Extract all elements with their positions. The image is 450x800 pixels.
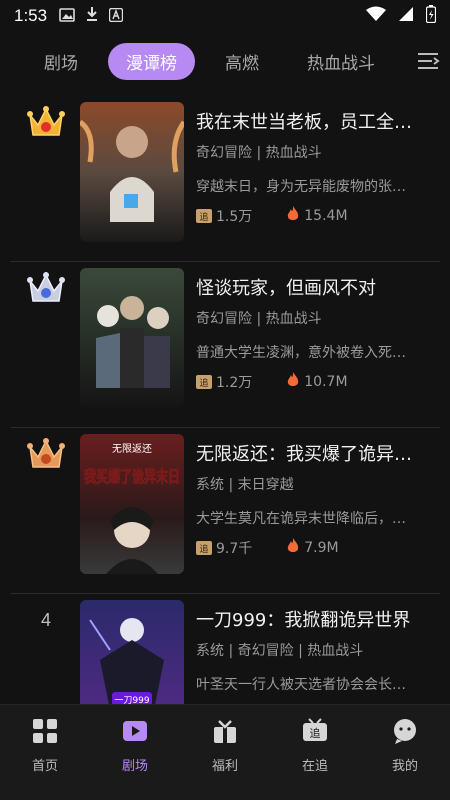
cover-image[interactable]: 无限返还我买爆了诡异末日 — [80, 434, 184, 574]
tab-ranking[interactable]: 漫谭榜 — [108, 42, 195, 80]
item-description: 叶圣天一行人被天选者协会会长… — [196, 677, 406, 693]
cover-image[interactable]: 一刀999 — [80, 600, 184, 706]
flame-icon — [286, 372, 300, 392]
theater-play-icon — [121, 717, 149, 749]
nav-profile-label: 我的 — [391, 759, 418, 774]
list-item[interactable]: 怪谈玩家，但画风不对 奇幻冒险 | 热血战斗 普通大学生凌渊，意外被卷入死… 追… — [10, 262, 440, 428]
heat-count: 10.7M — [304, 374, 348, 390]
home-grid-icon — [31, 717, 59, 749]
follow-icon: 追 — [196, 375, 212, 389]
bronze-crown-icon — [24, 436, 68, 472]
item-title[interactable]: 怪谈玩家，但画风不对 — [196, 274, 432, 300]
cover-image[interactable] — [80, 102, 184, 242]
follow-count: 9.7千 — [216, 541, 253, 557]
tab-hot-blood-battle[interactable]: 热血战斗 — [289, 43, 393, 80]
item-tags: 奇幻冒险 | 热血战斗 — [196, 145, 322, 161]
nav-theater-label: 剧场 — [121, 759, 148, 774]
item-description: 普通大学生凌渊，意外被卷入死… — [196, 345, 406, 361]
nav-theater[interactable]: 剧场 — [90, 705, 180, 800]
notification-a-icon — [108, 7, 124, 26]
nav-home-label: 首页 — [31, 759, 58, 774]
wifi-icon — [366, 6, 386, 26]
profile-chat-icon — [391, 717, 419, 749]
menu-list-icon[interactable] — [416, 50, 440, 72]
nav-following[interactable]: 追 在追 — [270, 705, 360, 800]
gift-icon — [211, 717, 239, 749]
follow-tv-glyph: 追 — [310, 726, 321, 740]
ranking-list: 我在末世当老板，员工全… 奇幻冒险 | 热血战斗 穿越末日，身为无异能废物的张…… — [0, 96, 450, 706]
follow-count: 1.2万 — [216, 375, 253, 391]
tab-theater[interactable]: 剧场 — [26, 43, 96, 80]
nav-home[interactable]: 首页 — [0, 705, 90, 800]
nav-profile[interactable]: 我的 — [360, 705, 450, 800]
bottom-navigation: 首页 剧场 福利 追 在追 我的 — [0, 704, 450, 800]
heat-count: 7.9M — [304, 540, 339, 556]
cover-title-small: 无限返还 — [112, 443, 152, 455]
follow-icon: 追 — [196, 209, 212, 223]
battery-icon — [425, 5, 437, 27]
download-icon — [85, 6, 99, 26]
tab-high-energy[interactable]: 高燃 — [207, 43, 277, 80]
status-time: 1:53 — [14, 6, 48, 25]
follow-tv-icon: 追 — [301, 717, 329, 749]
list-item[interactable]: 我在末世当老板，员工全… 奇幻冒险 | 热血战斗 穿越末日，身为无异能废物的张…… — [10, 96, 440, 262]
item-description: 穿越末日，身为无异能废物的张… — [196, 179, 406, 195]
list-item[interactable]: 无限返还我买爆了诡异末日 无限返还：我买爆了诡异… 系统 | 末日穿越 大学生莫… — [10, 428, 440, 594]
item-description: 大学生莫凡在诡异末世降临后，… — [196, 511, 406, 527]
rank-number: 4 — [40, 609, 51, 630]
cover-image[interactable] — [80, 268, 184, 408]
nav-welfare-label: 福利 — [211, 759, 238, 774]
item-title[interactable]: 我在末世当老板，员工全… — [196, 108, 432, 134]
nav-welfare[interactable]: 福利 — [180, 705, 270, 800]
gold-crown-icon — [24, 104, 68, 140]
status-bar: 1:53 — [0, 0, 450, 32]
gallery-icon — [59, 7, 75, 26]
item-tags: 奇幻冒险 | 热血战斗 — [196, 311, 322, 327]
item-title[interactable]: 一刀999：我掀翻诡异世界 — [196, 606, 432, 632]
item-tags: 系统 | 末日穿越 — [196, 477, 294, 493]
nav-following-label: 在追 — [301, 759, 328, 774]
list-item[interactable]: 4 一刀999 一刀999：我掀翻诡异世界 系统 | 奇幻冒险 | 热血战斗 叶… — [10, 594, 440, 706]
flame-icon — [286, 206, 300, 226]
follow-count: 1.5万 — [216, 209, 253, 225]
item-title[interactable]: 无限返还：我买爆了诡异… — [196, 440, 432, 466]
item-tags: 系统 | 奇幻冒险 | 热血战斗 — [196, 643, 364, 659]
heat-count: 15.4M — [304, 208, 348, 224]
cover-title-main: 我买爆了诡异末日 — [84, 467, 180, 486]
follow-icon: 追 — [196, 541, 212, 555]
signal-icon — [398, 6, 414, 26]
category-tabs: 剧场 漫谭榜 高燃 热血战斗 — [0, 40, 450, 82]
flame-icon — [286, 538, 300, 558]
silver-crown-icon — [24, 270, 68, 306]
